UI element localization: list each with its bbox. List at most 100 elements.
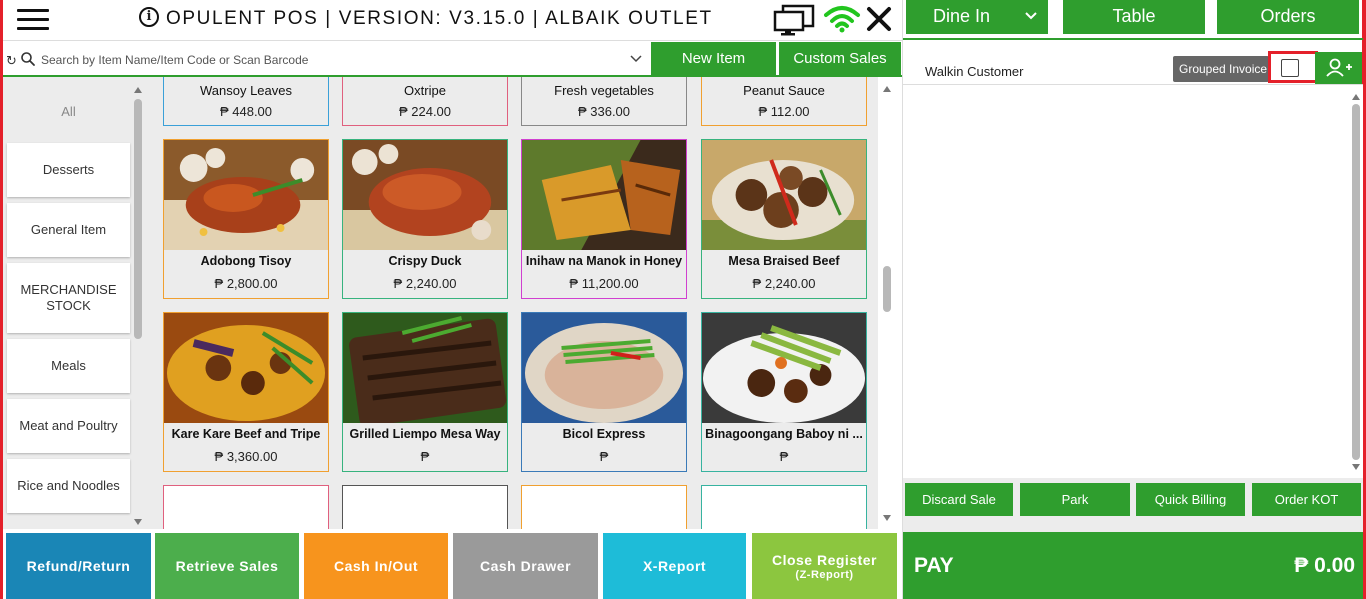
scroll-up-arrow[interactable] <box>134 87 142 93</box>
item-card[interactable] <box>163 485 329 529</box>
close-register-button[interactable]: Close Register (Z-Report) <box>752 533 897 599</box>
cash-drawer-button[interactable]: Cash Drawer <box>453 533 598 599</box>
item-card[interactable]: Inihaw na Manok in Honey ₱ 11,200.00 <box>521 139 687 299</box>
item-card[interactable]: Bicol Express ₱ <box>521 312 687 472</box>
food-image <box>164 313 328 423</box>
item-card[interactable]: Adobong Tisoy ₱ 2,800.00 <box>163 139 329 299</box>
item-price: ₱ 112.00 <box>758 104 810 119</box>
food-image <box>702 140 866 250</box>
refund-return-button[interactable]: Refund/Return <box>6 533 151 599</box>
cart-scroll-down-arrow[interactable] <box>1352 464 1360 470</box>
action-sublabel: (Z-Report) <box>795 568 854 581</box>
category-scrollbar[interactable] <box>134 99 142 339</box>
food-image <box>702 313 866 423</box>
pay-button[interactable]: PAY ₱ 0.00 <box>903 532 1363 599</box>
refresh-icon[interactable]: ↻ <box>6 53 17 69</box>
new-item-button[interactable]: New Item <box>651 42 776 76</box>
discard-sale-button[interactable]: Discard Sale <box>905 483 1013 516</box>
info-icon[interactable]: i <box>139 7 159 27</box>
item-card[interactable]: Fresh vegetables ₱ 336.00 <box>521 77 687 126</box>
item-price: ₱ <box>779 449 789 464</box>
cart-scrollbar[interactable] <box>1352 104 1360 460</box>
wifi-icon <box>824 6 860 33</box>
orders-button[interactable]: Orders <box>1217 0 1359 34</box>
app-title: OPULENT POS | VERSION: V3.15.0 | ALBAIK … <box>166 8 713 29</box>
item-name: Grilled Liempo Mesa Way <box>349 427 501 441</box>
item-price: ₱ 3,360.00 <box>214 449 278 464</box>
customer-name[interactable]: Walkin Customer <box>925 64 1023 79</box>
action-label: Close Register <box>771 551 878 568</box>
food-image <box>522 313 686 423</box>
item-grid: Wansoy Leaves ₱ 448.00 Oxtripe ₱ 224.00 … <box>146 77 878 529</box>
category-general-item[interactable]: General Item <box>7 203 130 257</box>
item-name: Kare Kare Beef and Tripe <box>171 427 321 441</box>
item-name: Binagoongang Baboy ni ... <box>705 427 863 441</box>
food-image <box>343 140 507 250</box>
search-bar: ↻ New Item Custom Sales <box>3 40 902 77</box>
item-name: Bicol Express <box>562 427 646 441</box>
item-card[interactable]: Peanut Sauce ₱ 112.00 <box>701 77 867 126</box>
item-price: ₱ 2,240.00 <box>752 276 816 291</box>
retrieve-sales-button[interactable]: Retrieve Sales <box>155 533 299 599</box>
order-kot-button[interactable]: Order KOT <box>1252 483 1361 516</box>
pay-amount: ₱ 0.00 <box>1294 554 1355 577</box>
action-label: Cash Drawer <box>479 558 572 574</box>
grid-scroll-down-arrow[interactable] <box>883 515 891 521</box>
quick-billing-button[interactable]: Quick Billing <box>1136 483 1245 516</box>
item-card[interactable]: Mesa Braised Beef ₱ 2,240.00 <box>701 139 867 299</box>
category-meat-and-poultry[interactable]: Meat and Poultry <box>7 399 130 453</box>
item-card[interactable]: Grilled Liempo Mesa Way ₱ <box>342 312 508 472</box>
item-price: ₱ 448.00 <box>219 104 273 119</box>
park-button[interactable]: Park <box>1020 483 1130 516</box>
add-customer-button[interactable] <box>1315 52 1362 85</box>
category-sidebar: All Desserts General Item MERCHANDISE ST… <box>3 77 146 529</box>
item-name: Fresh vegetables <box>554 83 654 98</box>
scroll-down-arrow[interactable] <box>134 519 142 525</box>
dual-monitor-icon[interactable] <box>773 4 815 36</box>
item-price: ₱ 224.00 <box>398 104 452 119</box>
add-user-icon <box>1326 58 1352 77</box>
item-card[interactable]: Crispy Duck ₱ 2,240.00 <box>342 139 508 299</box>
search-input[interactable] <box>41 49 601 71</box>
chevron-down-icon[interactable] <box>629 53 643 65</box>
item-card[interactable]: Oxtripe ₱ 224.00 <box>342 77 508 126</box>
item-card[interactable]: Wansoy Leaves ₱ 448.00 <box>163 77 329 126</box>
item-card[interactable] <box>342 485 508 529</box>
item-price: ₱ 336.00 <box>577 104 631 119</box>
item-card[interactable] <box>521 485 687 529</box>
item-price: ₱ <box>420 449 430 464</box>
cash-in-out-button[interactable]: Cash In/Out <box>304 533 448 599</box>
chevron-down-icon <box>1025 12 1037 20</box>
item-price: ₱ <box>599 449 609 464</box>
category-meals[interactable]: Meals <box>7 339 130 393</box>
action-label: Refund/Return <box>26 558 131 574</box>
dine-in-dropdown[interactable]: Dine In <box>906 0 1048 34</box>
category-desserts[interactable]: Desserts <box>7 143 130 197</box>
close-icon[interactable] <box>865 5 893 33</box>
category-all[interactable]: All <box>7 81 130 143</box>
menu-icon[interactable] <box>17 6 51 34</box>
item-grid-scrollbar[interactable] <box>883 266 891 312</box>
grouped-invoice-highlight <box>1268 51 1318 83</box>
item-card[interactable] <box>701 485 867 529</box>
item-card[interactable]: Kare Kare Beef and Tripe ₱ 3,360.00 <box>163 312 329 472</box>
grid-scroll-up-arrow[interactable] <box>883 86 891 92</box>
cart-scroll-up-arrow[interactable] <box>1352 94 1360 100</box>
item-name: Peanut Sauce <box>743 83 825 98</box>
cart-actions: Discard Sale Park Quick Billing Order KO… <box>903 478 1363 532</box>
table-button[interactable]: Table <box>1063 0 1205 34</box>
custom-sales-button[interactable]: Custom Sales <box>779 42 901 76</box>
item-name: Adobong Tisoy <box>200 254 292 268</box>
item-card[interactable]: Binagoongang Baboy ni ... ₱ <box>701 312 867 472</box>
action-label: Retrieve Sales <box>175 558 279 574</box>
top-header: i OPULENT POS | VERSION: V3.15.0 | ALBAI… <box>3 0 902 40</box>
category-rice-and-noodles[interactable]: Rice and Noodles <box>7 459 130 513</box>
action-bar: Refund/Return Retrieve Sales Cash In/Out… <box>3 529 902 599</box>
category-merchandise-stock[interactable]: MERCHANDISE STOCK <box>7 263 130 333</box>
food-image <box>522 140 686 250</box>
item-name: Inihaw na Manok in Honey <box>525 254 683 268</box>
order-panel: Dine In Table Orders Walkin Customer Gro… <box>902 0 1363 599</box>
grouped-invoice-checkbox[interactable] <box>1281 59 1299 77</box>
search-icon <box>21 52 35 66</box>
x-report-button[interactable]: X-Report <box>603 533 746 599</box>
